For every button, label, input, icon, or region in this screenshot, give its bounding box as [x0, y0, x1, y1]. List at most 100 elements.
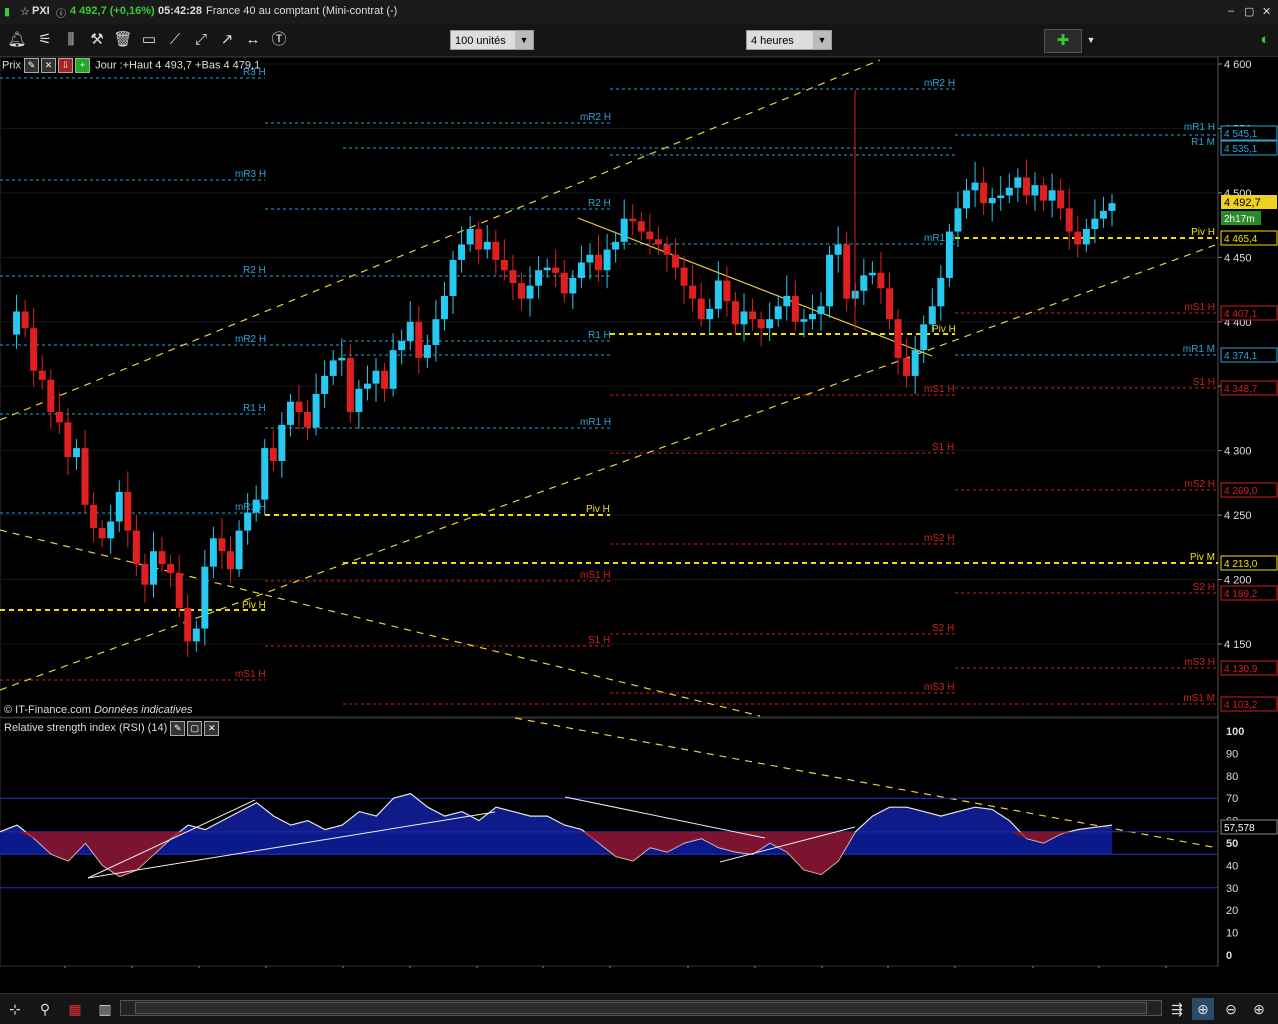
zoom-in-icon[interactable]: ⊕: [1248, 998, 1270, 1020]
zoom-fit-icon[interactable]: ⊕: [1192, 998, 1214, 1020]
candle-body: [1040, 185, 1048, 201]
candle-body: [620, 218, 628, 242]
pivot-level-label: R2 H: [243, 265, 266, 276]
chart-area[interactable]: mR2 H mR2 H mR3 H R2 H mR1 H R2 H R1 H mR2 H mS1…: [0, 56, 1278, 968]
candle-body: [218, 538, 226, 552]
minimize-button[interactable]: –: [1228, 5, 1234, 17]
candle-body: [64, 422, 72, 458]
candle-body: [466, 228, 474, 245]
rectangle-icon[interactable]: ▭: [138, 29, 160, 51]
right-level-value: 4 545,1: [1224, 129, 1258, 140]
candle-body: [791, 296, 799, 322]
pivot-level-label: S1 H: [588, 635, 610, 646]
candle-body: [637, 221, 645, 232]
candle-body: [338, 357, 346, 361]
chevron-down-icon[interactable]: ▼: [1080, 29, 1102, 51]
candle-body: [586, 254, 594, 263]
right-level-value: 4 213,0: [1224, 559, 1258, 570]
indicator-icon[interactable]: ✚: [1044, 29, 1082, 53]
candle-body: [329, 360, 337, 376]
horizontal-line-icon[interactable]: ↔: [242, 29, 264, 51]
candle-body: [47, 379, 55, 412]
candle-body: [937, 277, 945, 307]
candle-body: [227, 551, 235, 570]
segment-icon[interactable]: ⤢: [190, 29, 212, 51]
pivot-level-label: mR2 H: [924, 78, 955, 89]
timeframe-select[interactable]: 4 heures ▼: [746, 30, 832, 50]
price-tick-label: 4 450: [1224, 252, 1252, 264]
info-icon[interactable]: ⓘ: [56, 5, 66, 20]
rsi-tick-label: 10: [1226, 928, 1238, 940]
candle-body: [603, 249, 611, 271]
quantity-select[interactable]: 100 unités ▼: [450, 30, 534, 50]
right-level-name: mS2 H: [1184, 479, 1215, 490]
history-icon[interactable]: ▦: [64, 998, 86, 1020]
rsi-tick-label: 100: [1226, 726, 1244, 738]
pivot-level-label: mS1 H: [924, 384, 955, 395]
right-level-name: mR1 M: [1183, 344, 1215, 355]
candle-body: [1005, 187, 1013, 196]
crosshair-icon[interactable]: ⚲: [34, 998, 56, 1020]
candle-body: [928, 306, 936, 325]
pivot-level-label: mR1 H: [580, 417, 611, 428]
rsi-tick-label: 30: [1226, 883, 1238, 895]
candle-body: [483, 241, 491, 250]
pivot-level-label: S1 H: [932, 442, 954, 453]
fibonacci-icon[interactable]: ⚟: [34, 29, 56, 51]
candle-body: [415, 321, 423, 358]
time-scrollbar[interactable]: [120, 1000, 1162, 1016]
candle-body: [757, 319, 765, 329]
window-icon[interactable]: ▢: [187, 721, 203, 736]
export-icon[interactable]: ⇩: [58, 58, 74, 73]
pivot-level-label: mS1 H: [235, 669, 266, 680]
candle-body: [749, 311, 757, 320]
chart-type-icon[interactable]: ▥: [94, 998, 116, 1020]
line-icon[interactable]: ⟋: [164, 29, 186, 51]
add-icon[interactable]: +: [75, 58, 91, 73]
text-icon[interactable]: Ⓣ: [268, 29, 290, 51]
scrollbar-thumb[interactable]: [135, 1002, 1147, 1014]
candle-body: [372, 370, 380, 384]
price-tick-label: 4 200: [1224, 575, 1252, 587]
ray-icon[interactable]: ↗: [216, 29, 238, 51]
rsi-value-badge-text: 57,578: [1224, 823, 1255, 834]
gann-icon[interactable]: ⫼: [60, 29, 82, 51]
rsi-panel-label: Relative strength index (RSI) (14): [4, 722, 168, 734]
auto-scroll-icon[interactable]: ⇶: [1166, 998, 1188, 1020]
rsi-tick-label: 0: [1226, 950, 1232, 962]
pivot-level-label: mS1 H: [580, 570, 611, 581]
close-icon[interactable]: ✕: [204, 721, 220, 736]
cursor-icon[interactable]: ⊹: [4, 998, 26, 1020]
pivot-level-label: mR2 H: [235, 334, 266, 345]
wrench-icon[interactable]: ✎: [170, 721, 186, 736]
right-level-value: 4 465,4: [1224, 234, 1258, 245]
candle-body: [517, 283, 525, 299]
candle-body: [1074, 231, 1082, 245]
candle-body: [398, 341, 406, 351]
pivot-label: Piv H: [586, 504, 610, 515]
candle-body: [697, 298, 705, 320]
close-icon[interactable]: ✕: [41, 58, 57, 73]
trash-icon[interactable]: 🗑︎: [112, 29, 134, 51]
candle-body: [1091, 218, 1099, 229]
day-high-low-info: Jour :+Haut 4 493,7 +Bas 4 479,1: [95, 59, 261, 72]
candle-body: [612, 241, 620, 250]
timeframe-value: 4 heures: [751, 35, 794, 47]
restore-button[interactable]: ▢: [1244, 5, 1254, 18]
candle-body: [766, 319, 774, 329]
candle-body: [500, 259, 508, 271]
rsi-tick-label: 80: [1226, 771, 1238, 783]
candle-body: [526, 285, 534, 299]
candle-body: [894, 319, 902, 358]
zoom-out-icon[interactable]: ⊖: [1220, 998, 1242, 1020]
candle-body: [980, 182, 988, 204]
star-icon[interactable]: ☆: [20, 5, 30, 18]
candle-body: [201, 566, 209, 629]
tools-icon[interactable]: ⚒: [86, 29, 108, 51]
wrench-icon[interactable]: ✎: [24, 58, 40, 73]
candle-body: [800, 319, 808, 322]
close-button[interactable]: ✕: [1262, 5, 1271, 18]
candle-body: [971, 182, 979, 191]
price-panel-header: Prix ✎ ✕ ⇩ + Jour :+Haut 4 493,7 +Bas 4 479…: [2, 58, 260, 74]
bell-icon[interactable]: 🔔︎: [6, 29, 28, 51]
